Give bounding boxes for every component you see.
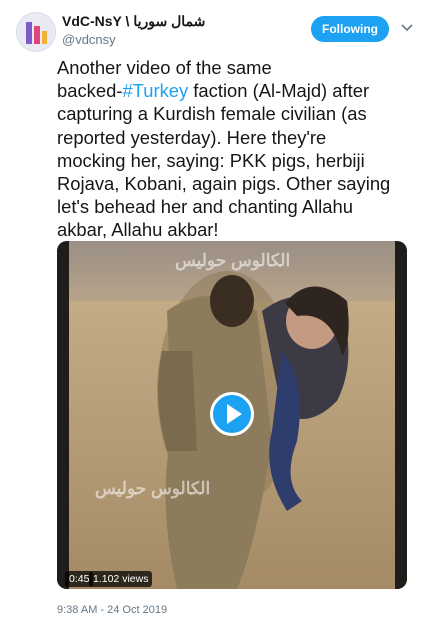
tweet-line: backed-#Turkey faction (Al-Majd) after [57, 79, 412, 102]
video-views: 1.102 views [89, 571, 153, 587]
play-icon[interactable] [210, 392, 254, 436]
tweet-line: reported yesterday). Here they're [57, 126, 327, 148]
video-watermark: الكالوس حوليس [175, 251, 291, 270]
avatar[interactable] [16, 12, 56, 52]
tweet-timestamp[interactable]: 9:38 AM - 24 Oct 2019 [57, 604, 167, 616]
tweet-line: mocking her, saying: PKK pigs, herbiji [57, 149, 365, 171]
tweet-line: let's behead her and chanting Allahu [57, 196, 353, 218]
following-button[interactable]: Following [311, 16, 389, 42]
tweet-line: capturing a Kurdish female civilian (as [57, 103, 367, 125]
tweet-line: Rojava, Kobani, again pigs. Other saying [57, 173, 391, 195]
tweet-line-segment: backed- [57, 80, 123, 102]
video-watermark: الكالوس حوليس [95, 479, 211, 498]
display-name[interactable]: VdC-NsY \ شمال سوريا [62, 13, 205, 30]
tweet-line-segment: faction (Al-Majd) after [188, 80, 370, 102]
video-player[interactable]: الكالوس حوليس الكالوس حوليس 0:45 1.102 v… [57, 241, 407, 589]
avatar-bar-icon [34, 26, 40, 44]
tweet-text: Another video of the same backed-#Turkey… [57, 56, 412, 242]
user-handle[interactable]: @vdcnsy [62, 32, 116, 47]
tweet-line: akbar, Allahu akbar! [57, 219, 219, 241]
hashtag-link[interactable]: #Turkey [122, 80, 188, 101]
avatar-bar-icon [26, 22, 32, 44]
avatar-bar-icon [42, 31, 47, 44]
play-triangle [227, 404, 242, 424]
chevron-down-icon[interactable] [399, 20, 415, 36]
tweet-line: Another video of the same [57, 57, 272, 78]
